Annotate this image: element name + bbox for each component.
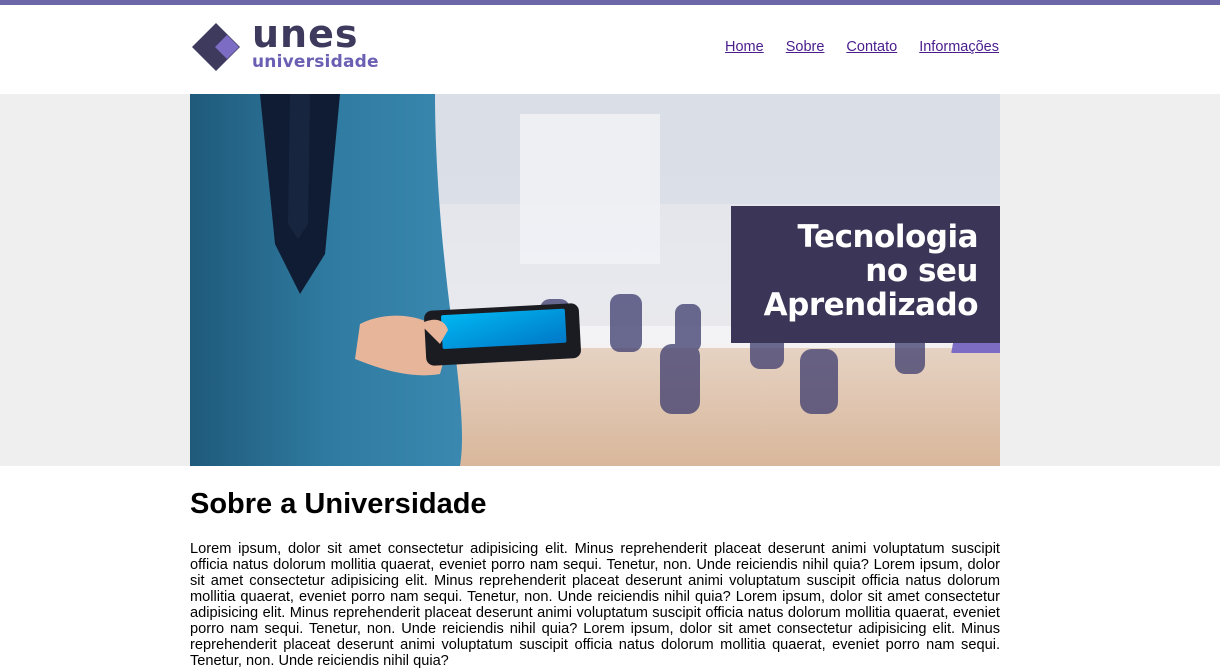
section-heading: Sobre a Universidade [190,488,487,520]
site-header: unes universidade Home Sobre Contato Inf… [0,5,1220,94]
main-content: Sobre a Universidade Lorem ipsum, dolor … [190,466,1000,669]
nav-link-sobre[interactable]: Sobre [786,39,825,55]
nav-link-informacoes[interactable]: Informações [919,39,999,55]
hero-banner-image: Tecnologia no seu Aprendizado [190,94,1000,466]
main-nav: Home Sobre Contato Informações [725,39,999,55]
logo-subtitle: universidade [252,52,379,72]
hero-tagline-text: Tecnologia no seu Aprendizado [763,219,979,323]
hero-tagline-banner: Tecnologia no seu Aprendizado [731,206,1000,343]
hero-section: Tecnologia no seu Aprendizado [0,94,1220,466]
nav-link-contato[interactable]: Contato [846,39,897,55]
about-paragraph: Lorem ipsum, dolor sit amet consectetur … [190,541,1000,669]
site-logo[interactable]: unes universidade [190,15,382,77]
tagline-line-3: Aprendizado [763,287,979,323]
tagline-line-2: no seu [865,253,978,289]
nav-link-home[interactable]: Home [725,39,764,55]
logo-wordmark: unes [252,12,359,56]
tagline-line-1: Tecnologia [797,219,979,255]
logo-diamond-icon [192,23,240,71]
banner-accent-stripe [731,343,1000,353]
